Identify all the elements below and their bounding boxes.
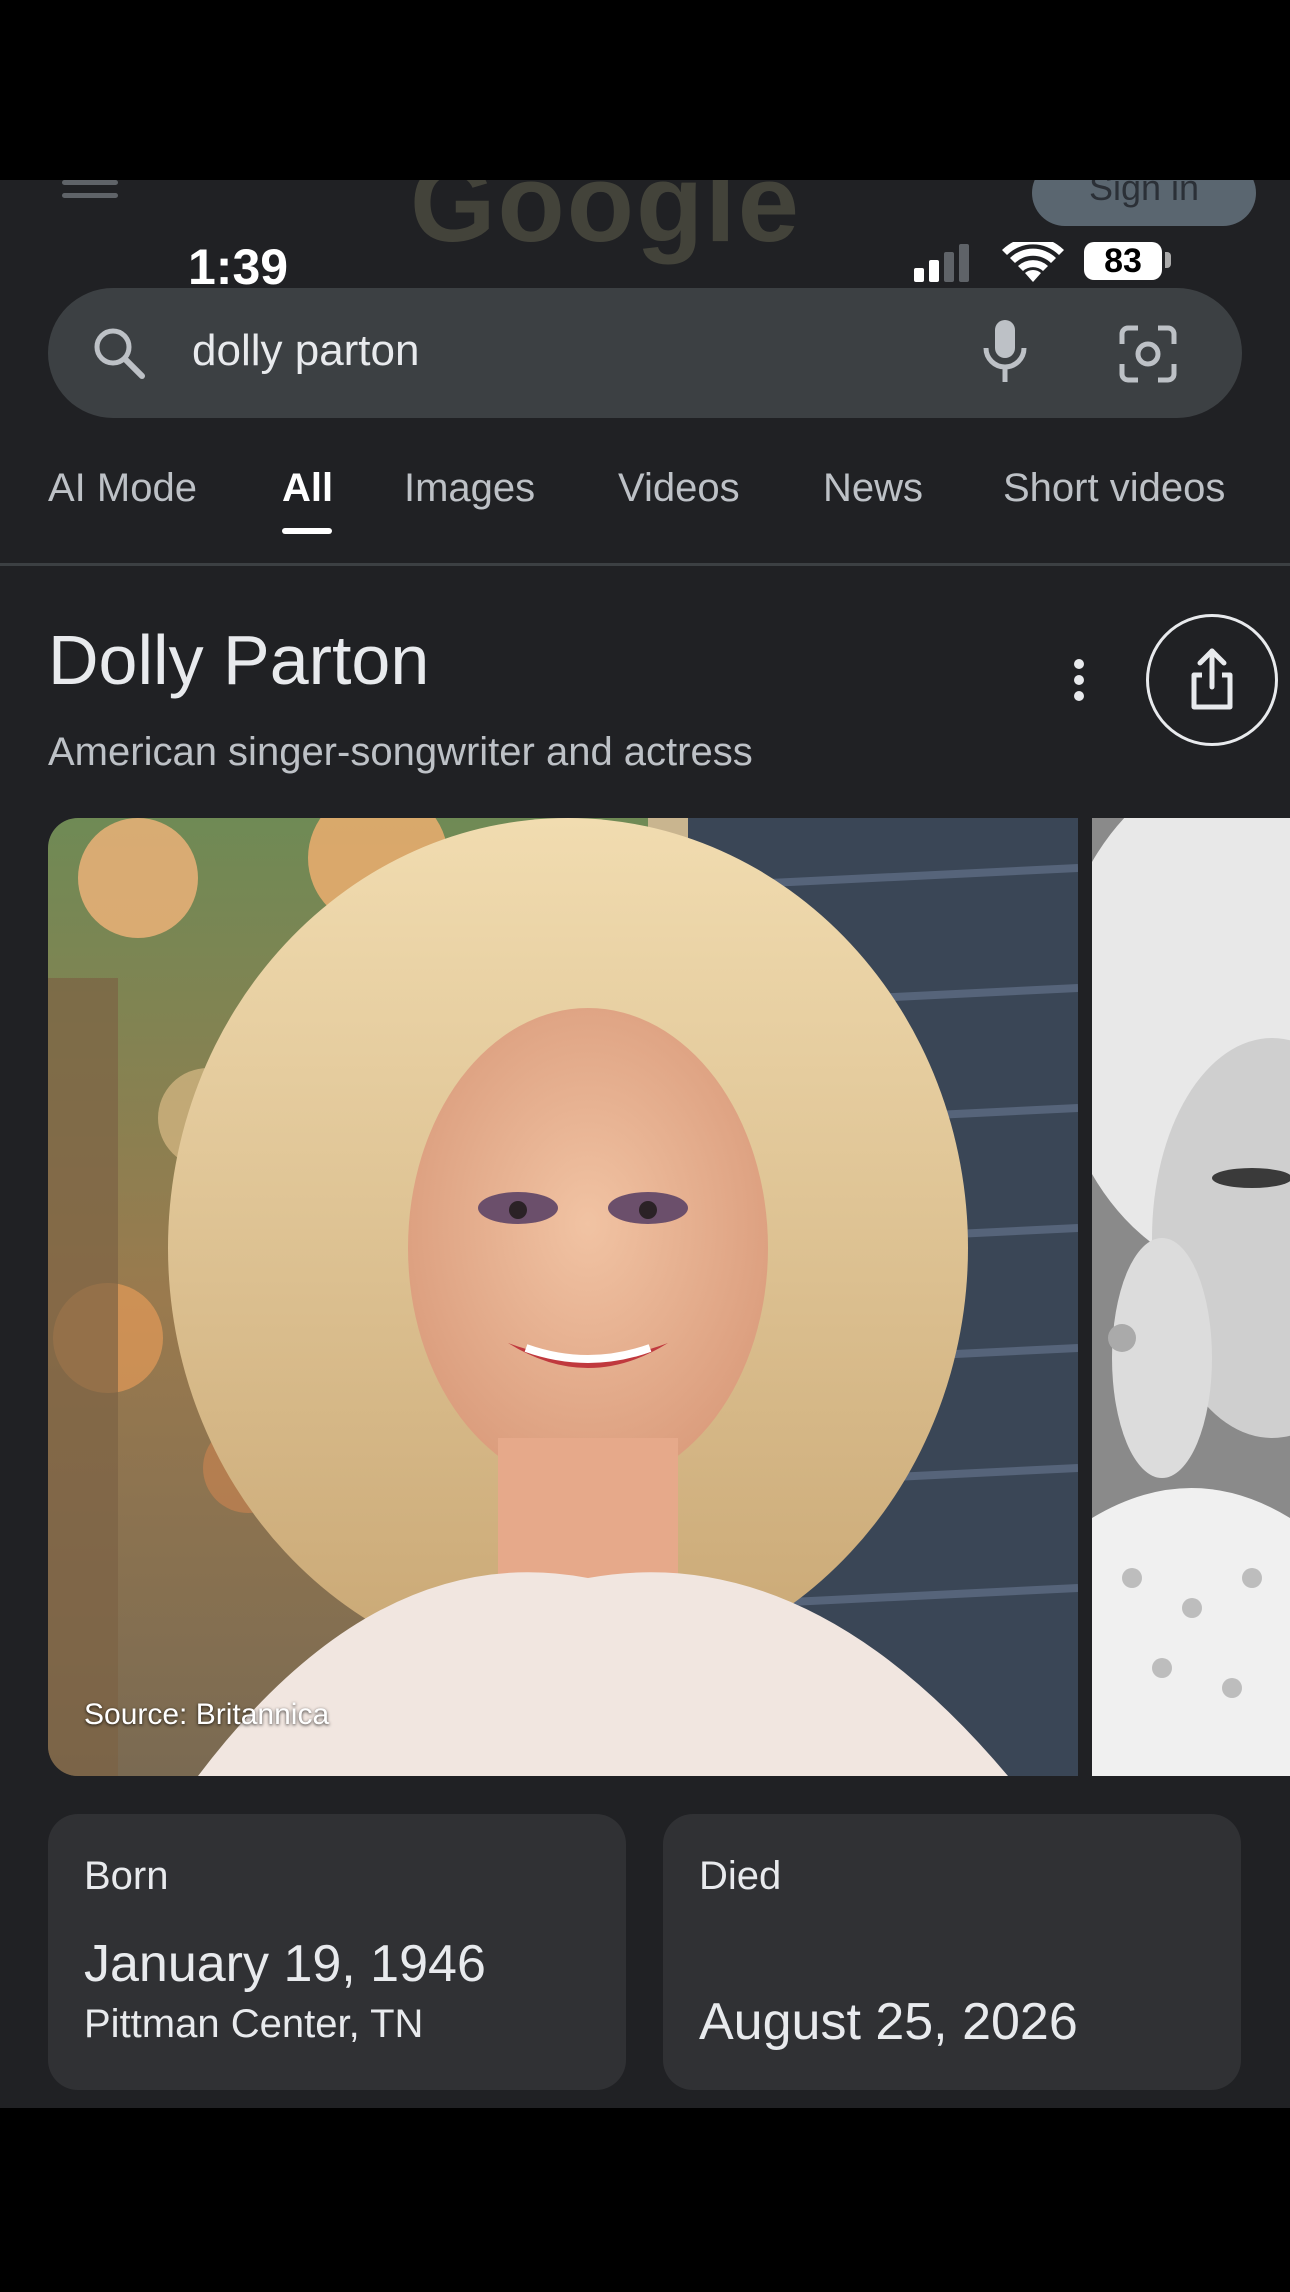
- search-input[interactable]: dolly parton: [192, 326, 419, 376]
- entity-image-second[interactable]: [1092, 818, 1290, 1776]
- active-tab-indicator: [282, 528, 332, 534]
- born-label: Born: [84, 1854, 169, 1898]
- tab-videos[interactable]: Videos: [618, 466, 740, 511]
- died-label: Died: [699, 1854, 782, 1898]
- tab-images[interactable]: Images: [404, 466, 535, 511]
- search-tabs: AI Mode All Images Videos News Short vid…: [0, 460, 1290, 565]
- share-button[interactable]: [1146, 614, 1278, 746]
- share-icon: [1191, 648, 1233, 710]
- google-search-page: Google Sign in 1:39 83 dolly parton AI M…: [0, 180, 1290, 2108]
- mic-icon[interactable]: [980, 318, 1030, 388]
- lens-icon[interactable]: [1118, 324, 1178, 384]
- hamburger-icon[interactable]: [62, 180, 118, 206]
- born-card[interactable]: Born January 19, 1946 Pittman Center, TN: [48, 1814, 626, 2090]
- sign-in-button[interactable]: Sign in: [1032, 180, 1256, 226]
- status-icons: 83: [910, 240, 1180, 284]
- entity-title: Dolly Parton: [48, 621, 430, 699]
- born-date: January 19, 1946: [84, 1935, 486, 1993]
- died-date: August 25, 2026: [699, 1993, 1078, 2051]
- signal-icon: [910, 240, 974, 284]
- google-logo[interactable]: Google: [410, 180, 801, 267]
- died-card[interactable]: Died August 25, 2026: [663, 1814, 1241, 2090]
- tab-all[interactable]: All: [282, 466, 333, 511]
- tab-short-videos[interactable]: Short videos: [1003, 466, 1225, 511]
- born-place: Pittman Center, TN: [84, 2002, 424, 2046]
- more-vert-icon[interactable]: [1068, 648, 1090, 712]
- battery-nub: [1165, 252, 1171, 268]
- search-bar[interactable]: dolly parton: [48, 288, 1242, 418]
- wifi-icon: [1002, 242, 1064, 282]
- image-source-caption: Source: Britannica: [84, 1698, 330, 1731]
- tabs-divider: [0, 563, 1290, 566]
- battery-icon: 83: [1084, 242, 1162, 280]
- tab-news[interactable]: News: [823, 466, 923, 511]
- search-icon[interactable]: [90, 324, 148, 382]
- tab-ai-mode[interactable]: AI Mode: [48, 466, 197, 511]
- entity-image-main[interactable]: [48, 818, 1078, 1776]
- entity-subtitle: American singer-songwriter and actress: [48, 730, 753, 774]
